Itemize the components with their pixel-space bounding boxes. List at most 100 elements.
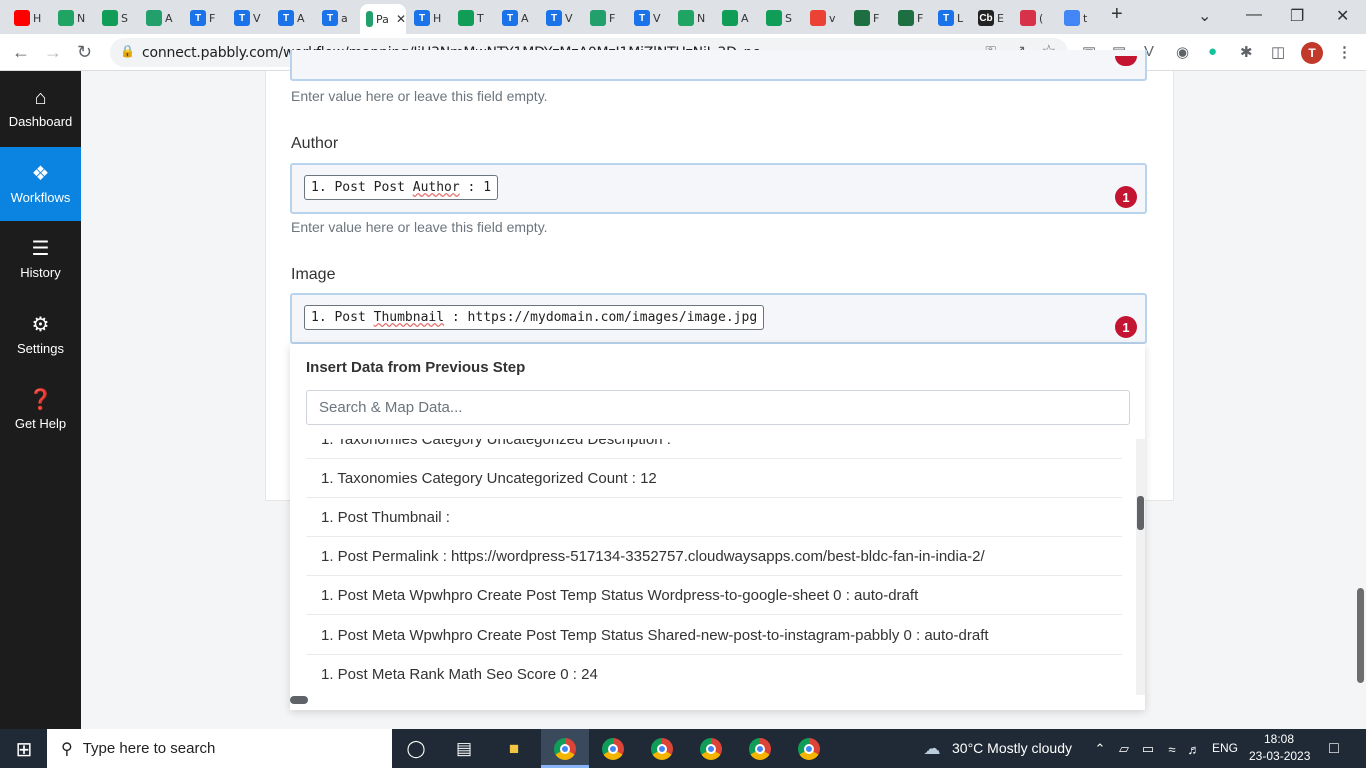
list-item[interactable]: 1. Post Thumbnail : <box>306 498 1122 537</box>
author-field[interactable]: 1. Post Post Author : 1 1 <box>290 163 1147 214</box>
browser-tab[interactable]: TA <box>496 6 529 30</box>
chrome-icon[interactable] <box>748 737 772 761</box>
browser-tab[interactable]: TV <box>228 6 261 30</box>
sidebar-item-history[interactable]: ☰ History <box>0 222 81 296</box>
browser-tab-label: V <box>653 11 661 25</box>
taskbar-search[interactable]: ⚲ Type here to search <box>47 729 392 768</box>
author-count-badge: 1 <box>1115 186 1137 208</box>
profile-avatar[interactable]: T <box>1301 42 1323 64</box>
browser-tab[interactable]: TL <box>932 6 963 30</box>
list-item[interactable]: 1. Taxonomies Category Uncategorized Cou… <box>306 459 1122 498</box>
chrome-icon[interactable] <box>699 737 723 761</box>
weather-cloud-icon[interactable]: ☁ <box>920 737 944 761</box>
sidebar-item-dashboard[interactable]: ⌂ Dashboard <box>0 71 81 145</box>
close-window-icon[interactable]: ✕ <box>1336 6 1349 26</box>
browser-tab[interactable]: A <box>716 6 749 30</box>
browser-tab[interactable]: F <box>848 6 879 30</box>
battery-icon[interactable]: ▭ <box>1136 737 1160 761</box>
excel-icon <box>898 10 914 26</box>
kebab-menu-icon[interactable]: ⋮ <box>1337 43 1352 61</box>
windows-start-icon[interactable]: ⊞ <box>12 737 36 761</box>
browser-tab-label: t <box>1083 11 1088 25</box>
clock-time[interactable]: 18:08 <box>1264 732 1294 746</box>
chrome-icon[interactable] <box>650 737 674 761</box>
google-sheets-icon <box>766 10 782 26</box>
sidebar-item-workflows[interactable]: ❖ Workflows <box>0 147 81 221</box>
grammarly-icon[interactable]: ● <box>1208 43 1217 60</box>
browser-tab[interactable]: TV <box>628 6 661 30</box>
browser-tab[interactable]: H <box>8 6 41 30</box>
author-helper: Enter value here or leave this field emp… <box>291 219 548 235</box>
browser-tab[interactable]: Cb E <box>972 6 1004 30</box>
weather-text[interactable]: 30°C Mostly cloudy <box>952 740 1072 756</box>
chrome-icon[interactable] <box>797 737 821 761</box>
browser-tab[interactable]: A <box>140 6 173 30</box>
minimize-icon[interactable]: — <box>1246 6 1262 24</box>
dropdown-title: Insert Data from Previous Step <box>306 359 526 376</box>
language-indicator[interactable]: ENG <box>1212 741 1238 755</box>
camera-icon[interactable]: ◉ <box>1176 43 1189 61</box>
google-sheets-icon <box>458 10 474 26</box>
chrome-icon[interactable] <box>601 737 625 761</box>
browser-tab[interactable]: v <box>804 6 836 30</box>
speaker-icon[interactable]: ♬ <box>1182 737 1206 761</box>
browser-tab[interactable]: TA <box>272 6 305 30</box>
browser-tab[interactable]: ( <box>1014 6 1043 30</box>
cortana-icon[interactable]: ◯ <box>404 737 428 761</box>
reload-icon[interactable]: ↻ <box>77 42 92 63</box>
forward-arrow-icon[interactable]: → <box>44 42 62 63</box>
browser-tab[interactable]: N <box>672 6 705 30</box>
clock-date[interactable]: 23-03-2023 <box>1249 749 1310 763</box>
browser-tab-label: H <box>33 11 42 25</box>
sidebar-item-get-help[interactable]: ❓ Get Help <box>0 373 81 447</box>
image-mapped-pill[interactable]: 1. Post Thumbnail : https://mydomain.com… <box>304 305 765 330</box>
previous-field-box[interactable] <box>290 50 1147 81</box>
dropdown-horizontal-scrollbar[interactable] <box>290 696 308 704</box>
new-tab-icon[interactable]: + <box>1111 3 1123 26</box>
browser-tab[interactable]: S <box>96 6 128 30</box>
task-view-icon[interactable]: ▤ <box>452 737 476 761</box>
search-map-data-input[interactable] <box>306 390 1130 425</box>
list-item[interactable]: 1. Post Meta Wpwhpro Create Post Temp St… <box>306 576 1122 615</box>
list-item[interactable]: 1. Post Meta Wpwhpro Create Post Temp St… <box>306 616 1122 655</box>
browser-tab[interactable]: TV <box>540 6 573 30</box>
scrollbar-thumb[interactable] <box>1357 588 1364 683</box>
image-field[interactable]: 1. Post Thumbnail : https://mydomain.com… <box>290 293 1147 344</box>
author-mapped-pill[interactable]: 1. Post Post Author : 1 <box>304 175 499 200</box>
browser-tab[interactable]: TH <box>408 6 441 30</box>
browser-tab[interactable]: T <box>452 6 484 30</box>
sidebar-item-label: History <box>20 265 61 280</box>
close-tab-icon[interactable]: ✕ <box>396 12 406 26</box>
list-item[interactable]: 1. Post Permalink : https://wordpress-51… <box>306 537 1122 576</box>
browser-tab[interactable]: N <box>52 6 85 30</box>
dropdown-vertical-scrollbar[interactable] <box>1136 439 1145 695</box>
author-label: Author <box>291 135 339 152</box>
browser-tab[interactable]: TF <box>184 6 215 30</box>
pabbly-icon <box>146 10 162 26</box>
browser-tab[interactable]: F <box>584 6 615 30</box>
notification-icon[interactable]: □ <box>1322 737 1346 761</box>
back-arrow-icon[interactable]: ← <box>12 42 30 63</box>
tab-search-icon[interactable]: ⌄ <box>1198 6 1211 26</box>
list-item[interactable]: 1. Taxonomies Category Uncategorized Des… <box>306 439 1122 459</box>
scrollbar-thumb[interactable] <box>1137 496 1144 530</box>
restore-icon[interactable]: ❐ <box>1290 6 1304 26</box>
browser-tab[interactable]: F <box>892 6 923 30</box>
browser-tab[interactable]: S <box>760 6 792 30</box>
network-icon[interactable]: ▱ <box>1112 737 1136 761</box>
sidebar-item-label: Get Help <box>14 416 67 431</box>
side-panel-icon[interactable]: ◫ <box>1271 43 1285 61</box>
wifi-icon[interactable]: ≈ <box>1160 737 1184 761</box>
chevron-up-icon[interactable]: ⌃ <box>1088 737 1112 761</box>
file-explorer-icon[interactable]: ■ <box>502 737 526 761</box>
puzzle-extensions-icon[interactable]: ✱ <box>1240 43 1253 61</box>
page-scrollbar[interactable] <box>1356 71 1366 729</box>
google-sheets-icon <box>722 10 738 26</box>
browser-tab[interactable]: t <box>1058 6 1087 30</box>
list-item[interactable]: 1. Post Meta Rank Math Seo Score 0 : 24 <box>306 655 1122 692</box>
search-icon: ⚲ <box>61 740 73 758</box>
browser-tab[interactable]: Pa ✕ <box>360 4 406 34</box>
google-icon <box>1064 10 1080 26</box>
browser-tab[interactable]: Ta <box>316 6 348 30</box>
sidebar-item-settings[interactable]: ⚙ Settings <box>0 298 81 372</box>
